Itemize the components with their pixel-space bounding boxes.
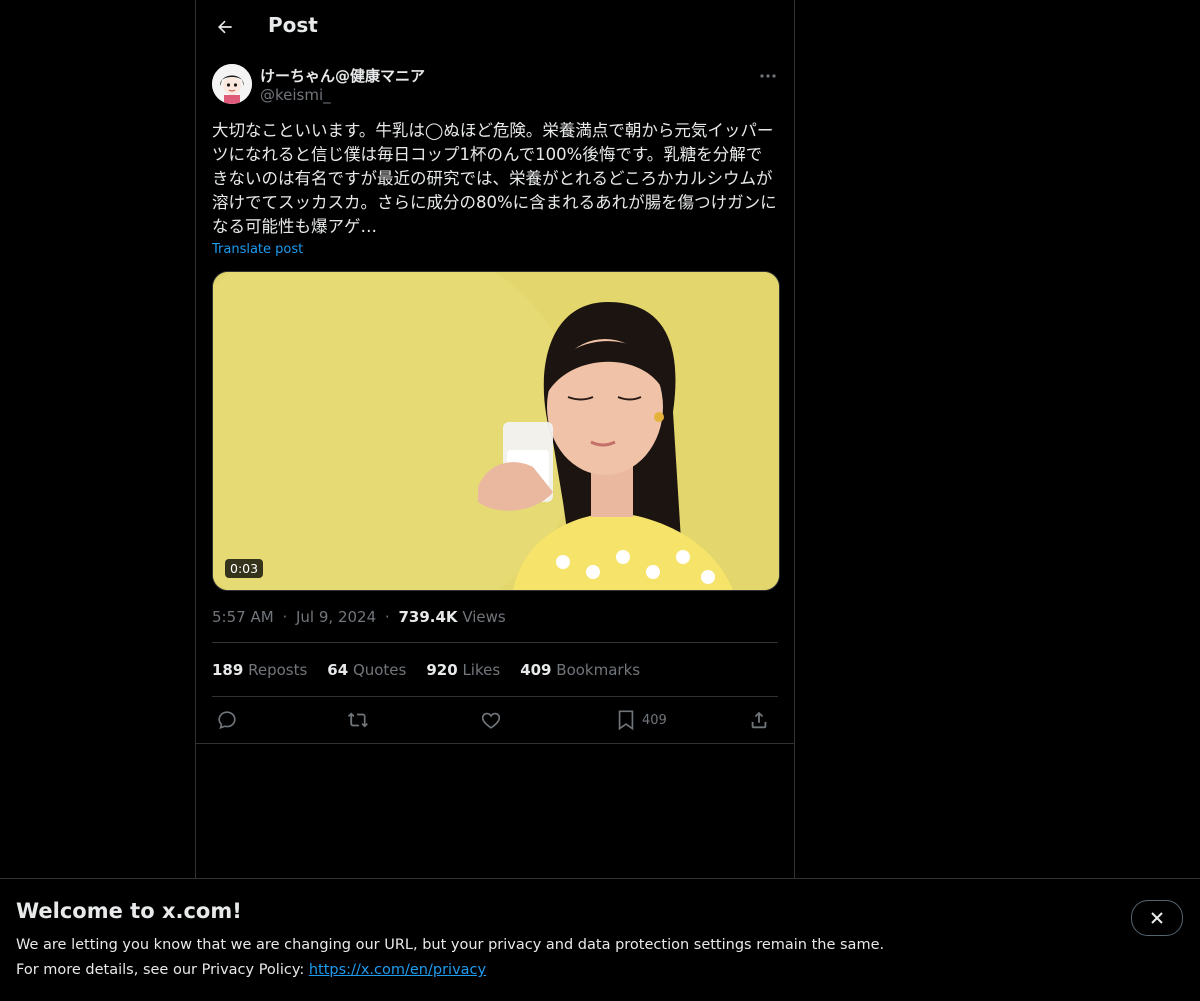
privacy-policy-link[interactable]: https://x.com/en/privacy [309, 962, 486, 978]
page-header: Post [196, 0, 794, 53]
divider [212, 642, 778, 643]
avatar[interactable] [212, 64, 252, 104]
reposts-label: Reposts [248, 661, 308, 679]
action-bar: 409 [212, 707, 778, 735]
post-metadata: 5:57 AM · Jul 9, 2024 · 739.4K Views [212, 608, 506, 626]
reposts-stat[interactable]: 189 Reposts [212, 661, 307, 679]
arrow-left-icon [218, 20, 232, 34]
more-options-button[interactable] [756, 66, 780, 86]
video-duration-badge: 0:03 [225, 559, 264, 578]
bookmarks-label: Bookmarks [556, 661, 641, 679]
reply-icon [218, 711, 236, 730]
post-date[interactable]: Jul 9, 2024 [296, 608, 376, 626]
divider [212, 696, 778, 697]
bookmarks-count: 409 [520, 661, 552, 679]
views-count: 739.4K [398, 608, 458, 626]
likes-stat[interactable]: 920 Likes [426, 661, 500, 679]
heart-icon [481, 712, 501, 729]
meta-separator: · [384, 608, 390, 626]
primary-column: Post けーちゃん@健康マニア @keismi_ 大切なこといいます。牛乳は◯… [195, 0, 795, 878]
author-handle[interactable]: @keismi_ [260, 86, 331, 104]
page-title: Post [268, 13, 318, 37]
divider [196, 743, 794, 744]
views-label: Views [462, 608, 506, 626]
meta-separator: · [282, 608, 288, 626]
engagement-stats: 189 Reposts 64 Quotes 920 Likes 409 Book… [212, 661, 660, 679]
translate-post-link[interactable]: Translate post [212, 242, 303, 257]
repost-icon [347, 712, 368, 728]
video-thumbnail [213, 272, 779, 590]
banner-privacy-prefix: For more details, see our Privacy Policy… [16, 962, 309, 978]
like-button[interactable] [480, 707, 502, 733]
likes-count: 920 [426, 661, 458, 679]
bookmark-icon [618, 710, 634, 731]
quotes-stat[interactable]: 64 Quotes [327, 661, 406, 679]
banner-title: Welcome to x.com! [16, 899, 242, 923]
more-horizontal-icon [760, 74, 776, 78]
likes-label: Likes [462, 661, 501, 679]
quotes-count: 64 [327, 661, 349, 679]
bookmarks-stat[interactable]: 409 Bookmarks [520, 661, 640, 679]
share-icon [751, 711, 767, 729]
avatar-illustration-icon [212, 64, 252, 104]
banner-message: We are letting you know that we are chan… [16, 937, 885, 953]
quotes-label: Quotes [352, 661, 407, 679]
close-icon [1151, 912, 1163, 924]
banner-privacy-line: For more details, see our Privacy Policy… [16, 962, 486, 978]
bookmark-button[interactable]: 409 [616, 707, 667, 733]
post-text: 大切なこといいます。牛乳は◯ぬほど危険。栄養満点で朝から元気イッパーツになれると… [212, 121, 777, 236]
back-button[interactable] [208, 10, 242, 44]
post-time[interactable]: 5:57 AM [212, 608, 274, 626]
author-name[interactable]: けーちゃん@健康マニア [260, 65, 425, 86]
reposts-count: 189 [212, 661, 244, 679]
bookmark-count: 409 [642, 712, 667, 728]
post-video[interactable]: 0:03 [212, 271, 780, 591]
share-button[interactable] [748, 707, 770, 733]
welcome-banner: Welcome to x.com! We are letting you kno… [0, 878, 1200, 1001]
reply-button[interactable] [216, 707, 238, 733]
repost-button[interactable] [346, 707, 370, 733]
close-banner-button[interactable] [1131, 900, 1183, 936]
